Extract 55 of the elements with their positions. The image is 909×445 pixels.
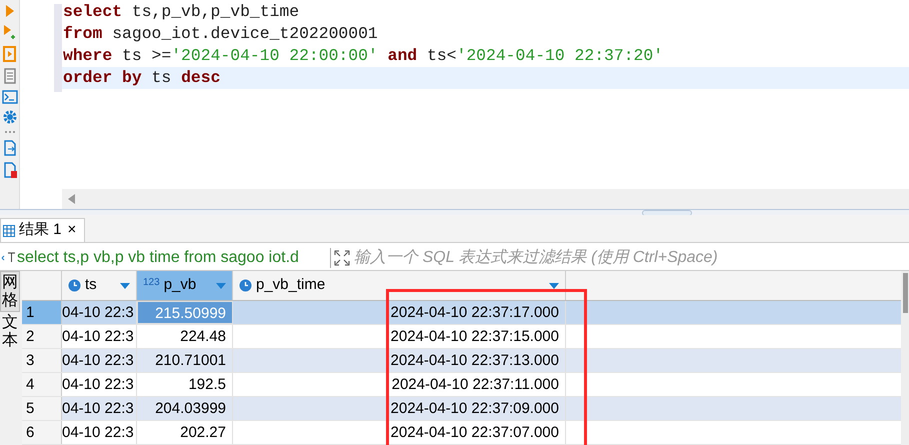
view-tab[interactable]: 网格 [0, 271, 20, 312]
clock-icon [239, 279, 252, 292]
table-cell: 215.50999 [137, 301, 233, 324]
table-cell: 04-10 22:3 [62, 349, 137, 372]
table-cell: 04-10 22:3 [62, 373, 137, 396]
code-line: from sagoo_iot.device_t202200001 [62, 23, 379, 45]
row-number[interactable]: 1 [22, 301, 62, 324]
export-icon[interactable] [2, 140, 16, 156]
table-cell: 04-10 22:3 [62, 421, 137, 444]
row-number[interactable]: 6 [22, 421, 62, 444]
more-icon[interactable] [4, 130, 16, 134]
table-cell: 202.27 [137, 421, 233, 444]
table-cell: 2024-04-10 22:37:07.000 [233, 421, 566, 444]
sort-arrow-icon[interactable] [549, 282, 559, 288]
document-icon[interactable] [2, 68, 16, 84]
file-error-icon[interactable] [2, 162, 16, 178]
row-number[interactable]: 2 [22, 325, 62, 348]
scroll-left-icon[interactable] [68, 194, 76, 204]
table-cell: 04-10 22:3 [62, 397, 137, 420]
column-header[interactable]: 123 p_vb [137, 271, 233, 300]
text-cursor-icon [1, 252, 17, 264]
table-cell: 2024-04-10 22:37:13.000 [233, 349, 566, 372]
sort-arrow-icon[interactable] [216, 282, 226, 288]
filter-field[interactable]: 输入一个 SQL 表达式来过滤结果 (使用 Ctrl+Space) [354, 246, 909, 270]
run-plus-icon[interactable] [2, 24, 16, 40]
table-cell: 04-10 22:3 [62, 325, 137, 348]
table-cell: 204.03999 [137, 397, 233, 420]
close-icon[interactable]: × [68, 219, 76, 242]
code-line: where ts >='2024-04-10 22:00:00' and ts<'2024-04-10 22:37:20' [62, 45, 664, 67]
column-header[interactable]: p_vb_time [233, 271, 566, 300]
table-cell: 224.48 [137, 325, 233, 348]
query-text: select ts,p vb,p vb time from sagoo iot.d [17, 248, 300, 268]
script-icon[interactable] [2, 46, 16, 62]
sort-arrow-icon[interactable] [120, 282, 130, 288]
clock-icon [68, 279, 81, 292]
table-cell: 2024-04-10 22:37:11.000 [233, 373, 566, 396]
table-cell: 210.71001 [137, 349, 233, 372]
settings-icon[interactable] [2, 110, 16, 124]
run-icon[interactable] [4, 4, 14, 18]
grid-icon [3, 224, 15, 237]
number-type-icon: 123 [143, 275, 160, 290]
table-cell: 192.5 [137, 373, 233, 396]
row-number[interactable]: 3 [22, 349, 62, 372]
row-number[interactable]: 5 [22, 397, 62, 420]
table-cell: 2024-04-10 22:37:17.000 [233, 301, 566, 324]
table-cell: 2024-04-10 22:37:15.000 [233, 325, 566, 348]
table-cell: 2024-04-10 22:37:09.000 [233, 397, 566, 420]
row-number[interactable]: 4 [22, 373, 62, 396]
results-tab[interactable]: 结果 1 × [0, 218, 86, 242]
view-tab[interactable]: 文本 [0, 312, 20, 352]
scrollbar-thumb[interactable] [902, 273, 908, 313]
code-line: select ts,p_vb,p_vb_time [62, 1, 300, 23]
expand-icon[interactable] [334, 250, 350, 266]
tab-label: 结果 1 [19, 220, 62, 240]
terminal-icon[interactable] [2, 90, 18, 104]
